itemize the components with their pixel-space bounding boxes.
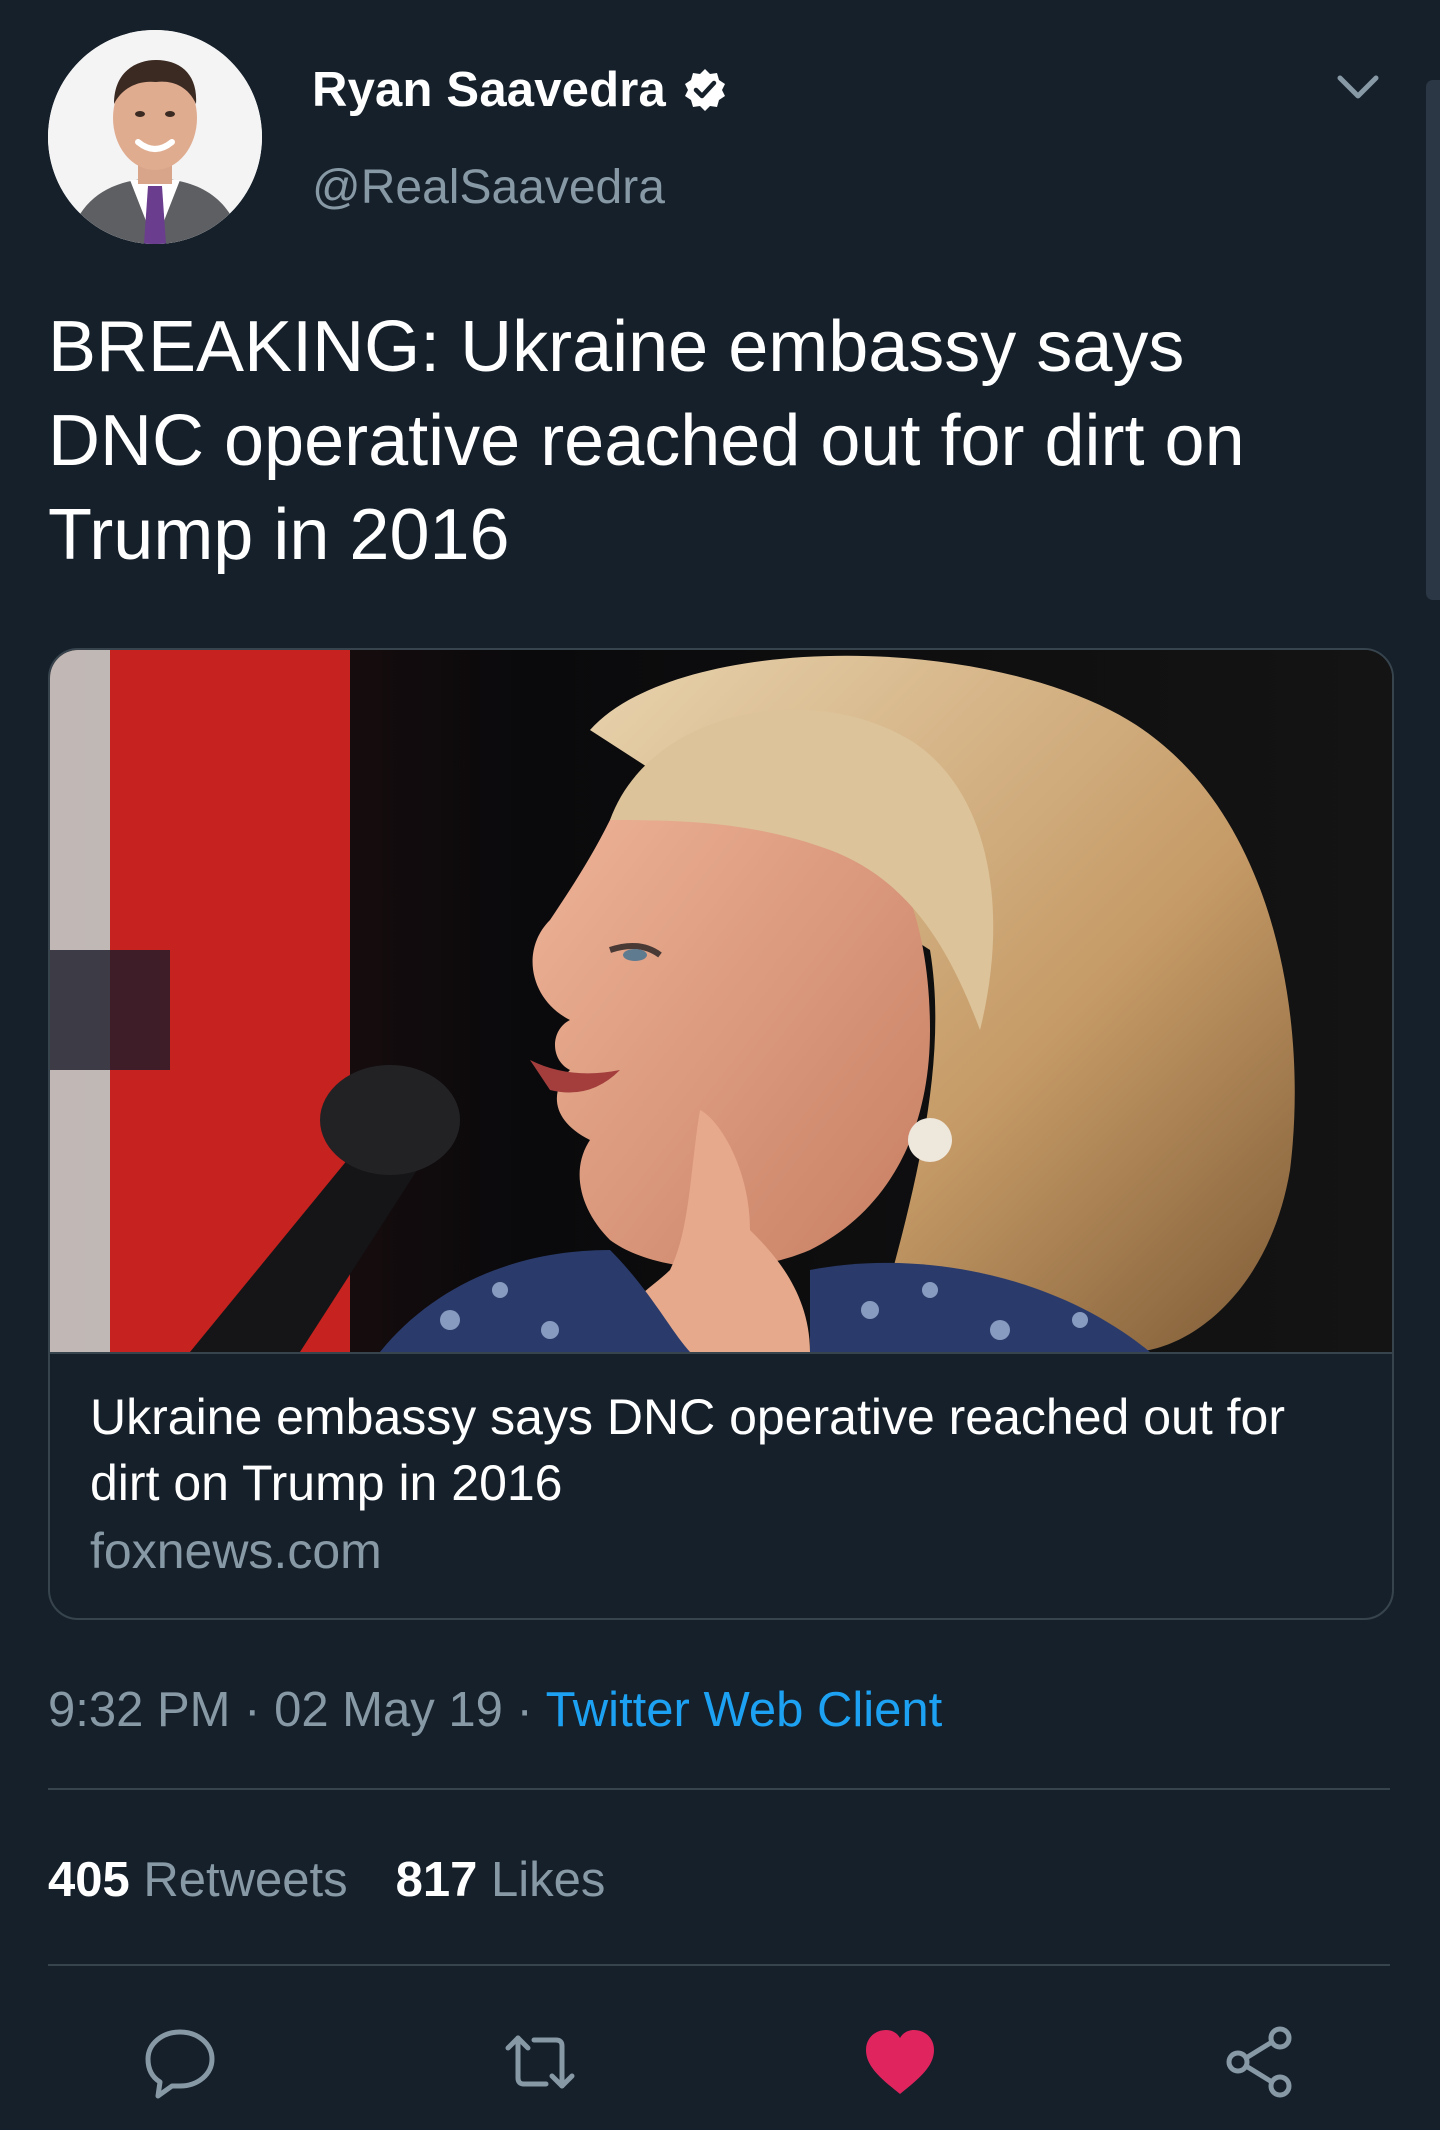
retweets-count: 405	[48, 1853, 130, 1907]
tweet-timestamp: 9:32 PM · 02 May 19 · Twitter Web Client	[48, 1682, 942, 1738]
meta-separator: ·	[516, 1683, 533, 1737]
retweet-icon	[505, 2035, 575, 2089]
tweet-detail: Ryan Saavedra @RealSaavedra BREAKING: Uk…	[0, 0, 1440, 2130]
tweet-time: 9:32 PM	[48, 1683, 231, 1737]
avatar[interactable]	[48, 30, 262, 244]
card-image[interactable]	[50, 650, 1392, 1352]
reply-icon	[145, 2029, 215, 2099]
link-preview-card[interactable]: Ukraine embassy says DNC operative reach…	[48, 648, 1394, 1620]
tweet-stats: 405 Retweets 817 Likes	[48, 1852, 605, 1908]
retweets-label: Retweets	[143, 1853, 348, 1907]
likes-count: 817	[395, 1853, 478, 1907]
chevron-down-icon[interactable]	[1334, 68, 1382, 108]
card-divider	[50, 1352, 1392, 1354]
tweet-action-bar	[0, 2022, 1440, 2102]
verified-badge-icon	[682, 67, 728, 113]
tweet-text: BREAKING: Ukraine embassy says DNC opera…	[48, 307, 1245, 575]
card-title[interactable]: Ukraine embassy says DNC operative reach…	[90, 1384, 1290, 1516]
likes-stat[interactable]: 817 Likes	[396, 1852, 606, 1908]
meta-separator: ·	[244, 1683, 261, 1737]
author-name-row[interactable]: Ryan Saavedra	[312, 62, 728, 118]
tweet-client-link[interactable]: Twitter Web Client	[546, 1683, 943, 1737]
tweet-date: 02 May 19	[274, 1683, 503, 1737]
divider	[48, 1964, 1390, 1966]
retweet-button[interactable]	[500, 2022, 580, 2102]
like-button[interactable]	[860, 2022, 940, 2102]
author-display-name[interactable]: Ryan Saavedra	[312, 62, 666, 118]
author-handle[interactable]: @RealSaavedra	[312, 160, 665, 215]
retweets-stat[interactable]: 405 Retweets	[48, 1852, 348, 1908]
likes-label: Likes	[491, 1853, 606, 1907]
heart-icon	[866, 2030, 934, 2094]
reply-button[interactable]	[140, 2022, 220, 2102]
divider	[48, 1788, 1390, 1790]
scrollbar[interactable]	[1426, 80, 1440, 600]
share-icon	[1226, 2026, 1292, 2098]
card-domain: foxnews.com	[90, 1523, 382, 1579]
share-button[interactable]	[1220, 2022, 1300, 2102]
